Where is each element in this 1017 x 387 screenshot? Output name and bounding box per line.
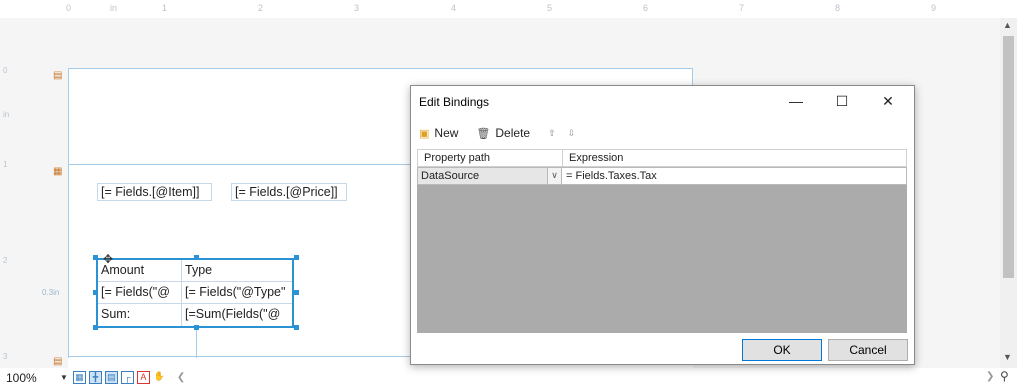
ruler-tick: in — [110, 3, 118, 13]
magnifier-icon[interactable]: ⚲ — [1000, 369, 1009, 383]
ruler-tick: 0 — [66, 3, 72, 13]
price-field-textbox[interactable]: [= Fields.[@Price]] — [231, 183, 347, 201]
ruler-tick: 7 — [739, 3, 745, 13]
table-cell[interactable]: [= Fields("@Type" — [182, 282, 292, 303]
table-cell[interactable]: [=Sum(Fields("@ — [182, 304, 292, 326]
dialog-title: Edit Bindings — [419, 95, 490, 109]
ruler-tick: 2 — [3, 256, 8, 265]
chevron-down-icon[interactable]: ∨ — [547, 167, 562, 185]
scroll-up-icon[interactable]: ▲ — [1003, 20, 1012, 30]
report-table[interactable]: Amount Type [= Fields("@ [= Fields("@Typ… — [96, 258, 294, 328]
scrollbar-thumb[interactable] — [1003, 36, 1014, 278]
table-cell[interactable]: Type — [182, 260, 292, 281]
cancel-button[interactable]: Cancel — [828, 339, 908, 361]
text-format-icon[interactable]: A — [136, 371, 150, 384]
ruler-tick: 6 — [643, 3, 649, 13]
close-icon[interactable]: ✕ — [873, 90, 903, 112]
scroll-right-icon[interactable]: ❯ — [986, 371, 994, 382]
resize-handle[interactable] — [294, 255, 299, 260]
ruler-tick: 3 — [354, 3, 360, 13]
expression-cell[interactable]: = Fields.Taxes.Tax — [562, 167, 907, 185]
minimize-icon[interactable]: — — [781, 90, 811, 112]
new-label: New — [434, 126, 459, 140]
ruler-tick: 4 — [451, 3, 457, 13]
ruler-tick: 8 — [835, 3, 841, 13]
resize-handle[interactable] — [294, 325, 299, 330]
maximize-icon[interactable]: ☐ — [827, 90, 857, 112]
item-field-textbox[interactable]: [= Fields.[@Item]] — [97, 183, 212, 201]
band-boundary — [68, 68, 693, 69]
table-row[interactable]: Sum: [=Sum(Fields("@ — [98, 304, 292, 326]
detail-band-icon[interactable]: ▦ — [53, 166, 63, 178]
zoom-dropdown-icon[interactable]: ▼ — [60, 373, 68, 382]
column-header-expression: Expression — [569, 152, 624, 164]
ruler-tick: 1 — [162, 3, 168, 13]
guide-line — [196, 328, 197, 358]
table-row[interactable]: DataSource ∨ = Fields.Taxes.Tax — [417, 167, 907, 185]
table-row[interactable]: [= Fields("@ [= Fields("@Type" — [98, 282, 292, 304]
top-ruler: 0 in 1 2 3 4 5 6 7 8 9 — [0, 0, 1000, 18]
dialog-toolbar: ▣ New 🗑 Delete ⇧ ⇩ — [419, 126, 587, 140]
ruler-tick: 3 — [3, 352, 8, 361]
table-cell[interactable]: Sum: — [98, 304, 182, 326]
ruler-tick: 2 — [258, 3, 264, 13]
ruler-tick: 1 — [3, 160, 8, 169]
new-button[interactable]: ▣ New — [419, 126, 458, 140]
height-indicator: 0.3in — [42, 288, 60, 297]
ruler-icon[interactable]: ┌ — [120, 371, 134, 384]
table-row[interactable]: Amount Type — [98, 260, 292, 282]
scroll-down-icon[interactable]: ▼ — [1003, 352, 1012, 362]
resize-handle[interactable] — [93, 255, 98, 260]
resize-handle[interactable] — [93, 290, 98, 295]
hand-tool-icon[interactable]: ✋ — [152, 371, 166, 384]
property-path-cell[interactable]: DataSource — [417, 167, 547, 185]
bindings-grid[interactable]: Property path Expression DataSource ∨ = … — [417, 149, 907, 333]
resize-handle[interactable] — [194, 255, 199, 260]
edit-bindings-dialog: Edit Bindings — ☐ ✕ ▣ New 🗑 Delete ⇧ ⇩ P… — [410, 85, 915, 365]
delete-button[interactable]: 🗑 Delete — [476, 126, 530, 140]
snap-to-lines-icon[interactable]: ▤ — [104, 371, 118, 384]
left-ruler: 0 in 1 2 3 — [0, 18, 16, 368]
report-designer: 0 in 1 2 3 4 5 6 7 8 9 0 in 1 2 3 ▤ ▦ ▤ … — [0, 0, 1017, 387]
new-icon: ▣ — [419, 127, 430, 140]
vertical-scrollbar[interactable]: ▲ ▼ — [1000, 18, 1017, 368]
status-bar: 100% ▼ ▦ ╋ ▤ ┌ A ✋ ❮ ❯ ⚲ — [0, 368, 1017, 387]
grid-header: Property path Expression — [417, 149, 907, 167]
move-down-icon[interactable]: ⇩ — [568, 128, 576, 139]
page-edge — [68, 68, 69, 358]
trash-icon: 🗑 — [476, 127, 491, 140]
zoom-level[interactable]: 100% — [6, 371, 60, 385]
snap-to-grid-icon[interactable]: ╋ — [88, 371, 102, 384]
ok-button[interactable]: OK — [742, 339, 822, 361]
ruler-tick: 0 — [3, 66, 8, 75]
table-cell[interactable]: [= Fields("@ — [98, 282, 182, 303]
resize-handle[interactable] — [194, 325, 199, 330]
ruler-tick: 9 — [931, 3, 937, 13]
resize-handle[interactable] — [294, 290, 299, 295]
ruler-tick: in — [3, 110, 10, 119]
grid-icon[interactable]: ▦ — [72, 371, 86, 384]
resize-handle[interactable] — [93, 325, 98, 330]
scroll-left-icon[interactable]: ❮ — [177, 372, 185, 383]
page-header-band-icon[interactable]: ▤ — [53, 70, 63, 82]
move-up-icon[interactable]: ⇧ — [548, 128, 556, 139]
ruler-tick: 5 — [547, 3, 553, 13]
page-footer-band-icon[interactable]: ▤ — [53, 356, 63, 368]
delete-label: Delete — [495, 126, 531, 140]
column-header-property: Property path — [418, 150, 563, 166]
move-handle-icon[interactable]: ✥ — [103, 252, 113, 266]
